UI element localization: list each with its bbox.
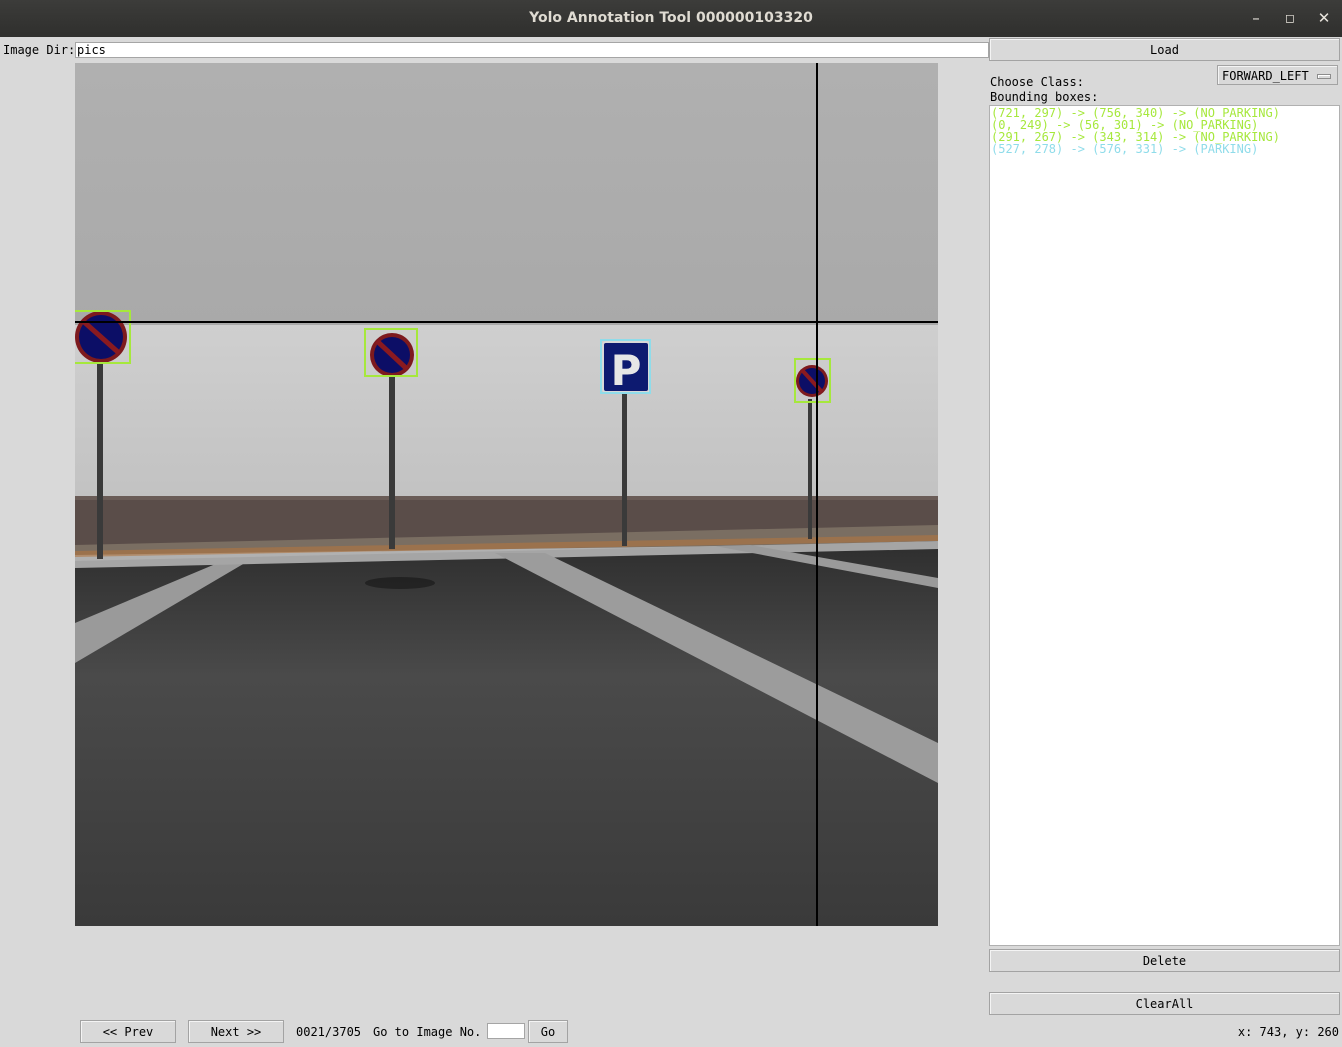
- minimize-icon[interactable]: –: [1239, 0, 1273, 37]
- image-progress: 0021/3705: [296, 1025, 362, 1039]
- cursor-coordinates: x: 743, y: 260: [1237, 1025, 1339, 1039]
- clear-all-button[interactable]: ClearAll: [989, 992, 1340, 1015]
- go-button[interactable]: Go: [528, 1020, 568, 1043]
- goto-image-input[interactable]: [487, 1023, 525, 1039]
- svg-text:P: P: [611, 346, 642, 395]
- parking-scene-image: P: [75, 63, 938, 926]
- close-icon[interactable]: ✕: [1307, 0, 1341, 37]
- prev-button[interactable]: << Prev: [80, 1020, 176, 1043]
- option-menu-indicator-icon: [1317, 74, 1331, 79]
- window-title: Yolo Annotation Tool 000000103320: [529, 10, 813, 26]
- delete-button[interactable]: Delete: [989, 949, 1340, 972]
- load-button[interactable]: Load: [989, 38, 1340, 61]
- bounding-boxes-label: Bounding boxes:: [990, 90, 1099, 104]
- image-dir-input[interactable]: [75, 42, 989, 58]
- class-select[interactable]: FORWARD_LEFT: [1217, 65, 1338, 85]
- list-item[interactable]: (527, 278) -> (576, 331) -> (PARKING): [991, 143, 1338, 155]
- bounding-box-list[interactable]: (721, 297) -> (756, 340) -> (NO_PARKING)…: [989, 105, 1340, 946]
- maximize-icon[interactable]: ◻: [1273, 0, 1307, 37]
- goto-image-label: Go to Image No.: [373, 1025, 482, 1039]
- title-bar: Yolo Annotation Tool 000000103320: [0, 0, 1342, 37]
- image-canvas[interactable]: P: [75, 63, 938, 926]
- image-dir-label: Image Dir:: [3, 43, 76, 57]
- next-button[interactable]: Next >>: [188, 1020, 284, 1043]
- choose-class-label: Choose Class:: [990, 75, 1084, 89]
- class-select-value: FORWARD_LEFT: [1222, 69, 1309, 83]
